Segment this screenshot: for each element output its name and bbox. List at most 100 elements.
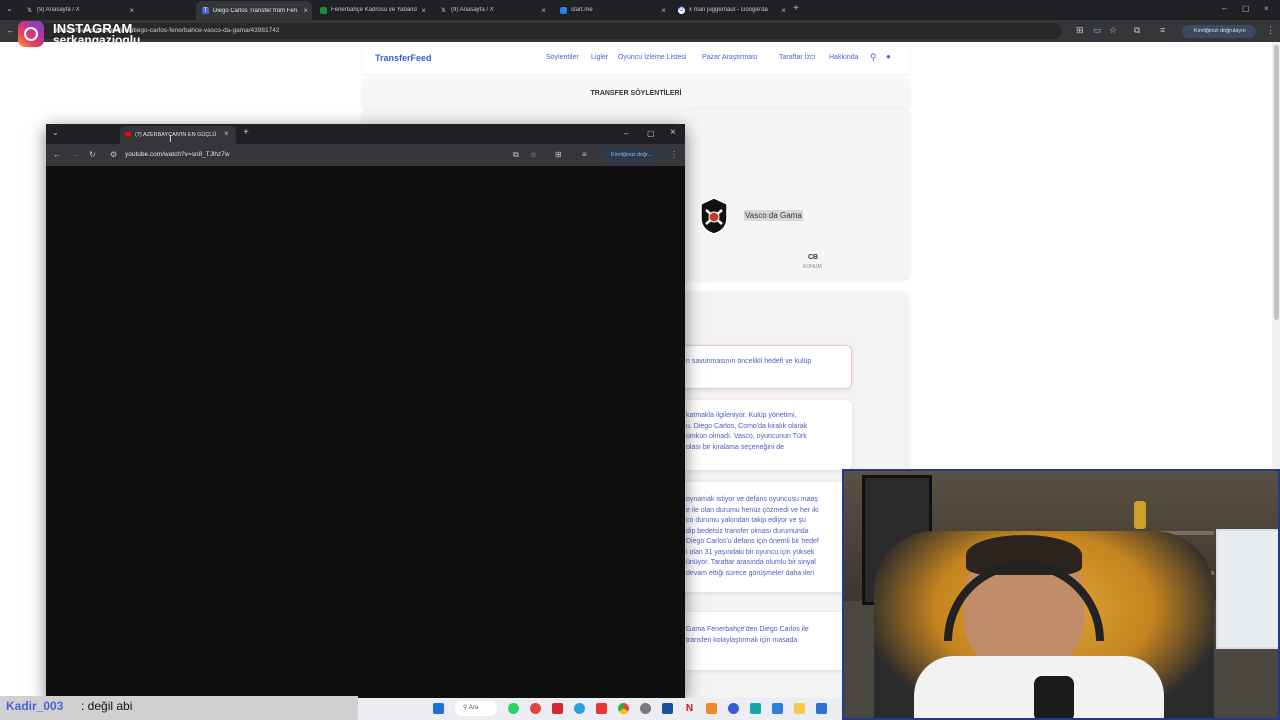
tab-search-chevron-icon[interactable]: ⌄ (52, 128, 59, 137)
windows-taskbar: ⚲ Ara N (358, 698, 842, 720)
bookmark-star-icon[interactable]: ☆ (1109, 26, 1117, 35)
tab-label: (9) Anasayfa / X (37, 7, 80, 13)
browser-tab[interactable]: G x man juggernaut - Google'da × (672, 2, 790, 18)
close-tab-icon[interactable]: × (661, 6, 666, 15)
chat-message: : değil abi (81, 699, 133, 713)
tactics-board-image (1216, 529, 1278, 649)
rumor-line: ümkün olmadı. Vasco, oyuncunun Türk (686, 433, 807, 440)
extensions-icon[interactable]: ⧉ (1134, 26, 1140, 35)
back-icon[interactable]: ← (6, 26, 15, 35)
x-icon: 𝕏 (27, 7, 32, 14)
user-icon[interactable]: ● (886, 52, 891, 61)
browser-tab-active[interactable]: T Diego Carlos Transfer from Fen × (196, 1, 312, 20)
close-tab-icon[interactable]: × (303, 6, 308, 15)
app-icon[interactable] (706, 703, 717, 714)
video-viewport[interactable] (46, 166, 685, 698)
new-tab-icon[interactable]: + (243, 128, 249, 138)
scrollbar-thumb[interactable] (1274, 45, 1279, 320)
nav-fan-scout[interactable]: Taraftar İzci (779, 54, 815, 61)
new-tab-icon[interactable]: + (793, 4, 799, 14)
close-tab-icon[interactable]: × (129, 6, 134, 15)
tab-label: (9) Anasayfa / X (451, 7, 494, 13)
maximize-icon[interactable]: ▢ (1242, 4, 1250, 13)
file-explorer-icon[interactable] (794, 703, 805, 714)
popup-tab-strip: ⌄ (7) AZERBAYCAN'IN EN GÜÇLÜ × + – ▢ × (46, 124, 685, 144)
minimize-icon[interactable]: – (1222, 4, 1226, 13)
bookmark-star-icon[interactable]: ☆ (530, 150, 537, 159)
whatsapp-icon[interactable] (508, 703, 519, 714)
youtube-icon (125, 132, 131, 136)
popup-tab[interactable]: (7) AZERBAYCAN'IN EN GÜÇLÜ (120, 126, 236, 144)
rumor-line: e ile olan durumu henüz çözmedi ve her i… (686, 506, 819, 514)
rumor-line: co durumu yakından takip ediyor ve şu (686, 517, 806, 524)
close-tab-icon[interactable]: × (224, 129, 229, 138)
x-icon: 𝕏 (441, 7, 446, 14)
browser-tab[interactable]: start.me × (554, 2, 670, 18)
address-bar[interactable]: transferfeed.com/transfers/diego-carlos-… (32, 23, 1062, 39)
verify-label: Kimliğinizi doğrulayın (1194, 28, 1246, 34)
settings-icon[interactable] (640, 703, 651, 714)
rumor-text: katmakla ilgileniyor. Kulüp yönetimi, u.… (686, 411, 846, 453)
app-icon[interactable] (530, 703, 541, 714)
instagram-username: serkangazioglu (53, 33, 141, 47)
install-app-icon[interactable]: ⧉ (513, 150, 519, 160)
back-icon[interactable]: ← (53, 150, 61, 159)
media-control-icon[interactable]: ≡ (582, 150, 587, 159)
chrome-icon[interactable] (618, 703, 629, 714)
rumor-text: n savunmasının öncelikli hedefi ve kulüp (686, 357, 846, 368)
close-tab-icon[interactable]: × (541, 6, 546, 15)
webcam-feed-image (842, 469, 1280, 720)
browser-tab[interactable]: 𝕏 (9) Anasayfa / X × (434, 2, 550, 18)
rumor-line: katmakla ilgileniyor. Kulüp yönetimi, (686, 412, 797, 419)
verify-identity-button[interactable]: Kimliğinizi doğrulayın (1182, 25, 1256, 38)
nav-about[interactable]: Hakkında (829, 54, 859, 61)
search-label: Ara (468, 705, 479, 711)
app-icon[interactable] (750, 703, 761, 714)
site-navbar: TransferFeed Söylentiler Ligler Oyuncu İ… (363, 42, 909, 74)
app-icon[interactable] (552, 703, 563, 714)
telegram-icon[interactable] (574, 703, 585, 714)
more-menu-icon[interactable]: ⋮ (670, 150, 678, 159)
app-icon[interactable] (596, 703, 607, 714)
close-tab-icon[interactable]: × (421, 6, 426, 15)
close-tab-icon[interactable]: × (781, 6, 786, 15)
app-icon[interactable] (728, 703, 739, 714)
club-name[interactable]: Vasco da Gama (744, 210, 803, 221)
browser-tab[interactable]: 𝕏 (9) Anasayfa / X × (20, 2, 138, 18)
site-logo[interactable]: TransferFeed (375, 53, 432, 63)
popup-address-bar[interactable]: youtube.com/watch?v=sn8_TJlhz7w (112, 147, 502, 163)
search-icon[interactable]: ⚲ (870, 52, 877, 63)
verify-identity-button[interactable]: Kimliğinizi doğr... (599, 148, 659, 162)
more-menu-icon[interactable]: ⋮ (1266, 26, 1275, 35)
tab-label: start.me (571, 7, 593, 13)
app-icon[interactable] (662, 703, 673, 714)
nav-rumors[interactable]: Söylentiler (546, 54, 579, 61)
taskbar-search[interactable]: ⚲ Ara (455, 701, 497, 716)
browser-tab[interactable]: Fenerbahçe Kadrosu ve Yaband × (314, 2, 430, 18)
rumor-line: dip bedelsiz transfer olması durumunda (686, 527, 809, 535)
rumor-line: devam ettiği sürece görüşmeler daha iler… (686, 569, 815, 577)
startme-favicon (560, 6, 567, 14)
windows-start-icon[interactable] (433, 703, 444, 714)
app-icon[interactable] (772, 703, 783, 714)
google-icon: G (678, 6, 685, 14)
rumor-line: olası bir kiralama seçeneğini de (686, 443, 785, 451)
nav-watchlist[interactable]: Oyuncu İzleme Listesi (618, 54, 686, 61)
cast-icon[interactable]: ▭ (1093, 26, 1102, 35)
forward-icon[interactable]: → (71, 150, 79, 159)
tab-label: x man juggernaut - Google'da (689, 7, 768, 13)
app-icon[interactable] (816, 703, 827, 714)
maximize-icon[interactable]: ▢ (647, 129, 655, 138)
rumor-line: transferi kolaylaştırmak için masada (686, 636, 798, 644)
nav-market-research[interactable]: Pazar Araştırması (702, 54, 758, 61)
close-window-icon[interactable]: × (1264, 4, 1269, 13)
translate-icon[interactable]: ⊞ (1076, 26, 1084, 35)
nav-leagues[interactable]: Ligler (591, 54, 608, 61)
media-control-icon[interactable]: ≡ (1160, 26, 1165, 35)
reload-icon[interactable]: ↻ (89, 150, 96, 159)
extensions-icon[interactable]: ⊞ (555, 150, 562, 159)
tab-search-chevron-icon[interactable]: ⌄ (6, 4, 13, 13)
netflix-icon[interactable]: N (684, 703, 695, 714)
minimize-icon[interactable]: – (624, 129, 628, 138)
close-window-icon[interactable]: × (670, 128, 676, 138)
